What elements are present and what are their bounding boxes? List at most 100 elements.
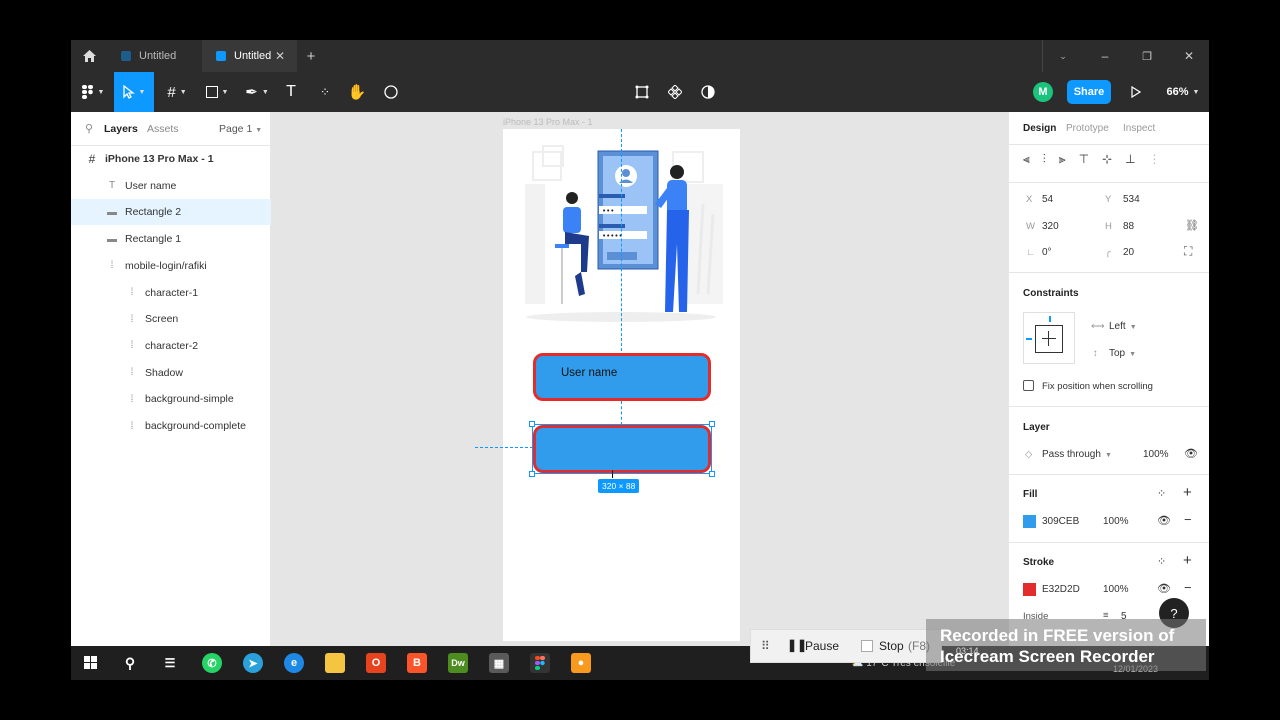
height-field[interactable]: 88 — [1123, 221, 1134, 232]
whatsapp-icon[interactable]: ✆ — [202, 653, 222, 673]
file-explorer-icon[interactable] — [325, 653, 345, 673]
y-field[interactable]: 534 — [1123, 194, 1140, 205]
move-tool-button[interactable]: ▼ — [114, 72, 154, 112]
resources-icon[interactable]: ⁘ — [315, 72, 335, 112]
resize-handle[interactable] — [529, 421, 535, 427]
fill-opacity[interactable]: 100% — [1103, 516, 1129, 527]
text-tool-icon[interactable]: T — [281, 72, 301, 112]
layer-row[interactable]: ▬ Rectangle 2 — [71, 199, 271, 226]
layer-row[interactable]: ⁞ character-1 — [71, 280, 271, 306]
avatar[interactable]: M — [1033, 82, 1053, 102]
stroke-hex[interactable]: E32D2D — [1042, 584, 1080, 595]
layer-row[interactable]: ⁞ Shadow — [71, 360, 271, 386]
tab-file-1[interactable]: Untitled — [107, 40, 202, 72]
layer-row[interactable]: ⁞ character-2 — [71, 333, 271, 359]
stop-icon[interactable] — [861, 640, 873, 652]
minimize-icon[interactable]: – — [1097, 40, 1113, 72]
telegram-icon[interactable]: ➤ — [243, 653, 263, 673]
stroke-color-swatch[interactable] — [1023, 583, 1036, 596]
layer-row[interactable]: T User name — [71, 173, 271, 199]
icecream-recorder-icon[interactable]: ● — [571, 653, 591, 673]
pause-button[interactable]: Pause — [805, 639, 839, 653]
layer-row[interactable]: # iPhone 13 Pro Max - 1 — [71, 146, 271, 172]
tab-file-2[interactable]: Untitled ✕ — [202, 40, 297, 72]
resize-handle[interactable] — [709, 421, 715, 427]
windows-start-icon[interactable] — [81, 653, 101, 673]
fix-position-checkbox[interactable] — [1023, 380, 1034, 391]
task-view-icon[interactable]: ☰ — [160, 653, 180, 673]
add-stroke-icon[interactable]: + — [1183, 552, 1192, 569]
resize-handle[interactable] — [529, 471, 535, 477]
x-field[interactable]: 54 — [1042, 194, 1053, 205]
shape-tool-icon[interactable]: ▼ — [201, 72, 233, 112]
share-button[interactable]: Share — [1067, 80, 1111, 104]
frame-label[interactable]: iPhone 13 Pro Max - 1 — [503, 117, 593, 127]
photos-icon[interactable]: ▦ — [489, 653, 509, 673]
eye-icon[interactable]: 👁 — [1157, 582, 1171, 595]
home-icon[interactable] — [79, 40, 99, 72]
fill-color-swatch[interactable] — [1023, 515, 1036, 528]
corner-radius-field[interactable]: 20 — [1123, 247, 1134, 258]
username-input-rectangle[interactable]: User name — [533, 353, 711, 401]
fill-hex[interactable]: 309CEB — [1042, 516, 1079, 527]
figma-app-icon[interactable] — [530, 653, 550, 673]
align-left-icon[interactable]: ⫷ — [1023, 152, 1030, 167]
hand-tool-icon[interactable]: ✋ — [347, 72, 367, 112]
resize-handle[interactable] — [709, 471, 715, 477]
constrain-proportions-icon[interactable]: ⛓ — [1185, 219, 1199, 232]
width-field[interactable]: 320 — [1042, 221, 1059, 232]
remove-fill-icon[interactable]: − — [1184, 512, 1192, 527]
add-fill-icon[interactable]: + — [1183, 484, 1192, 501]
office-icon[interactable]: O — [366, 653, 386, 673]
component-icon[interactable] — [665, 72, 685, 112]
layer-row[interactable]: ⁞ background-complete — [71, 413, 271, 439]
dreamweaver-icon[interactable]: Dw — [448, 653, 468, 673]
tab-assets[interactable]: Assets — [147, 123, 179, 135]
layer-opacity[interactable]: 100% — [1143, 449, 1169, 460]
brave-icon[interactable]: B — [407, 653, 427, 673]
layer-row[interactable]: ▬ Rectangle 1 — [71, 226, 271, 252]
contrast-icon[interactable] — [698, 72, 718, 112]
comment-tool-icon[interactable] — [381, 72, 401, 112]
stroke-opacity[interactable]: 100% — [1103, 584, 1129, 595]
crop-icon[interactable] — [632, 72, 652, 112]
styles-icon[interactable]: ⁘ — [1157, 487, 1166, 500]
tab-layers[interactable]: Layers — [104, 123, 138, 135]
new-tab-icon[interactable]: + — [303, 40, 319, 72]
pen-tool-icon[interactable]: ✒ ▼ — [241, 72, 273, 112]
username-label[interactable]: User name — [561, 367, 617, 379]
page-selector[interactable]: Page 1 ▼ — [219, 123, 262, 135]
tab-prototype[interactable]: Prototype — [1066, 123, 1109, 134]
vertical-constraint[interactable]: Top ▼ — [1109, 348, 1136, 359]
eye-icon[interactable]: 👁 — [1184, 447, 1198, 460]
stop-button[interactable]: Stop — [879, 639, 904, 653]
eye-icon[interactable]: 👁 — [1157, 514, 1171, 527]
align-center-h-icon[interactable]: ⫶ — [1043, 152, 1046, 167]
layer-row[interactable]: ⁞ mobile-login/rafiki — [71, 253, 271, 279]
chevron-down-icon[interactable]: ⌄ — [1055, 40, 1071, 72]
align-top-icon[interactable]: ⊤ — [1079, 152, 1089, 167]
close-tab-icon[interactable]: ✕ — [275, 49, 285, 63]
restore-icon[interactable]: ❐ — [1139, 40, 1155, 72]
align-bottom-icon[interactable]: ⊥ — [1125, 152, 1135, 167]
styles-icon[interactable]: ⁘ — [1157, 555, 1166, 568]
blend-mode-dropdown[interactable]: Pass through ▼ — [1042, 449, 1112, 460]
distribute-icon[interactable]: ⋮ — [1149, 152, 1161, 167]
close-window-icon[interactable]: ✕ — [1181, 40, 1197, 72]
independent-corners-icon[interactable]: ⛶ — [1184, 244, 1192, 259]
zoom-dropdown[interactable]: 66% ▼ — [1165, 72, 1201, 112]
drag-handle-icon[interactable]: ⠿ — [761, 639, 770, 653]
rotation-field[interactable]: 0° — [1042, 247, 1052, 258]
horizontal-constraint[interactable]: Left ▼ — [1109, 321, 1137, 332]
canvas[interactable]: iPhone 13 Pro Max - 1 ••• ••••• User nam… — [272, 112, 1008, 646]
layer-row[interactable]: ⁞ Screen — [71, 306, 271, 332]
phone-frame[interactable]: ••• ••••• User name 320 × 88 I — [475, 129, 740, 641]
search-icon[interactable]: ⚲ — [85, 122, 93, 135]
main-menu-icon[interactable]: ▼ — [79, 72, 107, 112]
tab-inspect[interactable]: Inspect — [1123, 123, 1155, 134]
present-icon[interactable] — [1129, 72, 1143, 112]
edge-icon[interactable]: e — [284, 653, 304, 673]
tab-design[interactable]: Design — [1023, 123, 1056, 134]
remove-stroke-icon[interactable]: − — [1184, 580, 1192, 595]
constraint-widget[interactable] — [1023, 312, 1075, 364]
